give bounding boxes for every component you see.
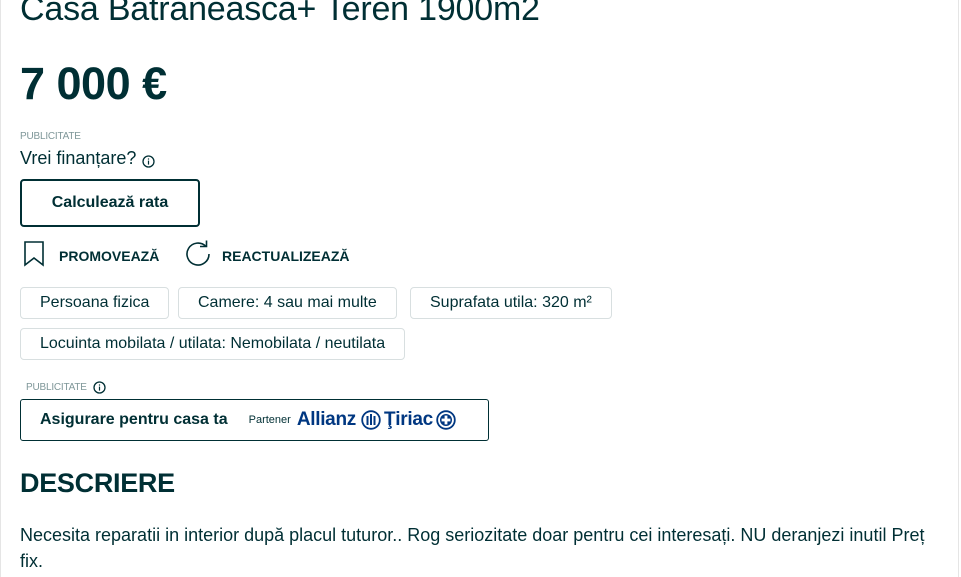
insurance-ad-label: PUBLICITATE bbox=[26, 381, 106, 394]
tag-rooms: Camere: 4 sau mai multe bbox=[178, 287, 397, 319]
listing-title: Casa Bătrâneasca+ Teren 1900m2 bbox=[20, 0, 540, 28]
bookmark-icon bbox=[22, 240, 46, 271]
financing-question: Vrei finanțare? bbox=[20, 148, 156, 169]
tag-surface: Suprafata utila: 320 m² bbox=[410, 287, 612, 319]
info-icon[interactable] bbox=[93, 381, 106, 394]
listing-price: 7 000 € bbox=[20, 58, 167, 109]
insurance-ad-label-text: PUBLICITATE bbox=[26, 382, 87, 393]
brand-tiriac: Ţiriac bbox=[383, 409, 433, 430]
refresh-label: REACTUALIZEAZĂ bbox=[222, 247, 350, 264]
partner-label: Partener bbox=[248, 414, 291, 426]
insurance-label: Asigurare pentru casa ta bbox=[40, 411, 228, 428]
allianz-tiriac-logo: Allianz Ţiriac bbox=[297, 409, 456, 431]
description-heading: DESCRIERE bbox=[20, 468, 175, 498]
ad-label: PUBLICITATE bbox=[20, 131, 81, 142]
tiriac-cross-icon bbox=[436, 410, 456, 430]
refresh-icon bbox=[184, 240, 212, 271]
insurance-banner[interactable]: Asigurare pentru casa ta Partener Allian… bbox=[20, 399, 489, 441]
promote-button[interactable]: PROMOVEAZĂ bbox=[22, 240, 159, 271]
description-text: Necesita reparatii in interior după plac… bbox=[20, 525, 925, 571]
allianz-eagle-icon bbox=[361, 410, 381, 430]
financing-question-text: Vrei finanțare? bbox=[20, 148, 137, 168]
tag-seller-type: Persoana fizica bbox=[20, 287, 170, 319]
tag-furnished: Locuinta mobilata / utilata: Nemobilata … bbox=[20, 328, 406, 360]
refresh-button[interactable]: REACTUALIZEAZĂ bbox=[184, 240, 350, 271]
brand-allianz: Allianz bbox=[296, 409, 356, 430]
calculate-rate-button[interactable]: Calculează rata bbox=[20, 179, 200, 227]
info-icon[interactable] bbox=[142, 152, 156, 168]
promote-label: PROMOVEAZĂ bbox=[59, 247, 160, 264]
